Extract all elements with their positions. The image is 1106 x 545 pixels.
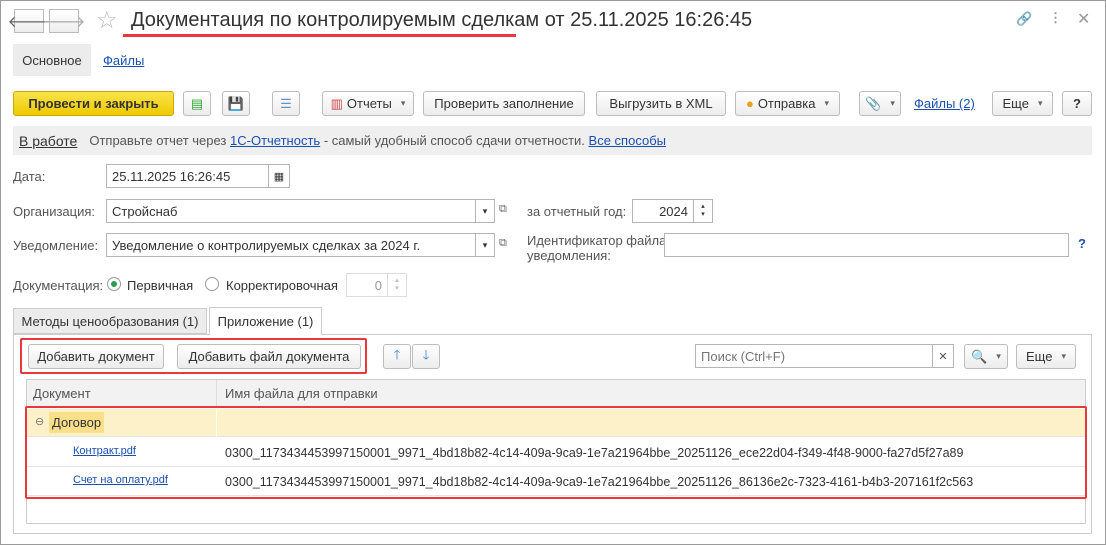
send-button[interactable]: ● Отправка (735, 91, 840, 116)
attach-button[interactable]: 📎 (859, 91, 901, 116)
organization-label: Организация: (13, 204, 96, 219)
search-options-button[interactable]: 🔍 (964, 344, 1008, 369)
save-icon: 💾 (227, 95, 245, 111)
more-button[interactable]: Еще (992, 91, 1053, 116)
forward-button[interactable]: 🡒 (43, 9, 85, 33)
arrow-right-icon: 🡒 (42, 13, 86, 31)
all-methods-link[interactable]: Все способы (589, 133, 666, 148)
banner-text: Отправьте отчет через (89, 133, 231, 148)
reports-label: Отчеты (346, 96, 392, 111)
radio-corrective-label: Корректировочная (226, 278, 338, 293)
date-field[interactable]: 25.11.2025 16:26:45 (106, 164, 269, 188)
post-document-icon: ▤ (190, 95, 204, 111)
page-title: Документация по контролируемым сделкам о… (131, 9, 753, 31)
year-stepper[interactable]: ▴ ▾ (693, 199, 713, 223)
list-button[interactable]: ☰ (272, 91, 300, 116)
buttons-highlight (20, 338, 367, 374)
close-icon[interactable]: ✕ (1077, 9, 1090, 29)
organization-open-icon[interactable]: ⧉ (499, 203, 507, 216)
correction-number-field[interactable]: 0 (346, 273, 388, 297)
year-label: за отчетный год: (527, 204, 627, 219)
files-link[interactable]: Файлы (2) (914, 96, 975, 111)
notice-open-icon[interactable]: ⧉ (499, 237, 507, 250)
help-icon[interactable]: ? (1078, 236, 1086, 251)
radio-primary[interactable] (107, 277, 121, 291)
year-field[interactable]: 2024 (632, 199, 694, 223)
table-header: Документ Имя файла для отправки (27, 380, 1085, 407)
search-icon: 🔍 (971, 348, 988, 364)
vertical-dots-icon[interactable]: ⋮ (1049, 10, 1062, 26)
notice-label: Уведомление: (13, 238, 99, 253)
send-label: Отправка (757, 96, 816, 111)
post-and-close-button[interactable]: Провести и закрыть (13, 91, 174, 116)
reporting-link[interactable]: 1С-Отчетность (230, 133, 320, 148)
link-icon[interactable]: 🔗 (1016, 11, 1032, 27)
chart-icon: ▥ (330, 95, 343, 111)
document-window: 🡐 🡒 ☆ Документация по контролируемым сде… (0, 0, 1106, 545)
notice-field[interactable]: Уведомление о контролируемых сделках за … (106, 233, 476, 257)
clear-search-icon[interactable]: ✕ (932, 344, 954, 368)
column-file-name[interactable]: Имя файла для отправки (225, 386, 378, 401)
tab-pricing-methods[interactable]: Методы ценообразования (1) (13, 308, 207, 334)
tab-attachment[interactable]: Приложение (1) (209, 307, 322, 335)
file-id-label: Идентификатор файла уведомления: (527, 233, 667, 263)
radio-primary-label: Первичная (127, 278, 194, 293)
correction-stepper[interactable]: ▴ ▾ (387, 273, 407, 297)
table-more-button[interactable]: Еще (1016, 344, 1076, 369)
column-document[interactable]: Документ (33, 386, 91, 401)
date-label: Дата: (13, 169, 46, 184)
section-main[interactable]: Основное (13, 44, 91, 76)
notice-dropdown-icon[interactable]: ▾ (475, 233, 495, 257)
title-underline (123, 34, 516, 37)
back-button[interactable]: 🡐 (8, 9, 50, 33)
save-button[interactable]: 💾 (222, 91, 250, 116)
arrow-down-icon: 🡓 (422, 346, 430, 362)
move-up-button[interactable]: 🡑 (383, 344, 411, 369)
file-id-field[interactable] (664, 233, 1069, 257)
banner-text-2: - самый удобный способ сдачи отчетности. (320, 133, 589, 148)
star-icon[interactable]: ☆ (96, 6, 118, 35)
section-files[interactable]: Файлы (103, 53, 144, 68)
organization-field[interactable]: Стройснаб (106, 199, 476, 223)
help-button[interactable]: ? (1062, 91, 1092, 116)
radio-corrective[interactable] (205, 277, 219, 291)
move-down-button[interactable]: 🡓 (412, 344, 440, 369)
arrow-up-icon: 🡑 (393, 346, 401, 362)
documentation-label: Документация: (13, 278, 104, 293)
send-icon: ● (745, 96, 754, 111)
paperclip-icon: 📎 (865, 95, 882, 111)
check-filling-button[interactable]: Проверить заполнение (423, 91, 585, 116)
list-icon: ☰ (280, 95, 292, 111)
status-banner: В работе Отправьте отчет через 1С-Отчетн… (13, 126, 1092, 155)
calendar-icon[interactable]: ▦ (268, 164, 290, 188)
rows-highlight (25, 406, 1087, 499)
reports-button[interactable]: ▥ Отчеты (322, 91, 414, 116)
post-button[interactable]: ▤ (183, 91, 211, 116)
export-xml-button[interactable]: Выгрузить в XML (596, 91, 726, 116)
status-link[interactable]: В работе (19, 133, 77, 149)
organization-dropdown-icon[interactable]: ▾ (475, 199, 495, 223)
search-input[interactable] (695, 344, 933, 368)
